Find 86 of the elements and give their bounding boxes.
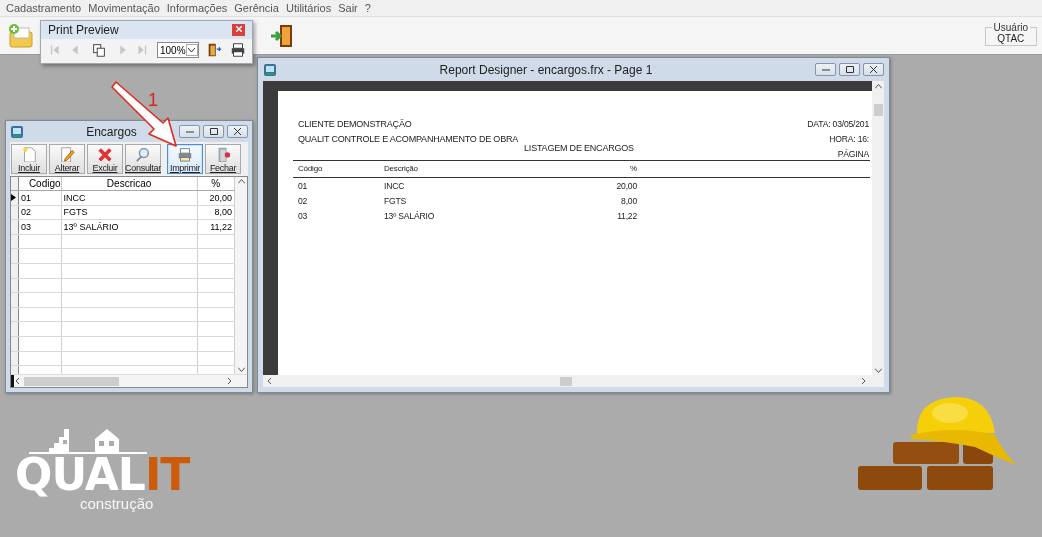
pages-button[interactable] (90, 41, 108, 59)
report-cell-text: FGTS (384, 195, 408, 208)
table-cell: 20,00 (197, 190, 235, 206)
scrollbar-thumb[interactable] (559, 376, 572, 386)
report-cell-text: 13º SALÁRIO (384, 210, 436, 223)
menu-item[interactable]: Sair (336, 2, 363, 14)
scroll-up-icon (237, 179, 245, 184)
report-cell-text: INCC (384, 180, 406, 193)
table-cell: INCC (61, 190, 198, 206)
table-cell: 13º SALÁRIO (61, 219, 198, 235)
maximize-icon (845, 66, 854, 73)
column-header[interactable]: Codigo (18, 177, 62, 191)
callout-number: 1 (148, 91, 158, 109)
exit-door-icon (270, 22, 294, 49)
report-header-text: CLIENTE DEMONSTRAÇÃO (298, 119, 413, 129)
menu-item[interactable]: ? (362, 2, 376, 14)
report-cell-text: 02 (298, 195, 309, 208)
horizontal-scrollbar[interactable] (11, 374, 247, 387)
table-cell: 02 (18, 205, 62, 220)
table-cell: 03 (18, 219, 62, 235)
scroll-right-icon (225, 377, 233, 385)
print-icon (229, 41, 246, 59)
report-cell-text: 03 (298, 210, 309, 223)
menu-item[interactable]: Informações (164, 2, 233, 14)
close-icon (235, 26, 242, 32)
horizontal-scrollbar[interactable] (263, 375, 884, 387)
window-title: Encargos (85, 124, 138, 139)
report-cell-text: 8,00 (620, 195, 637, 208)
scroll-left-icon (14, 377, 22, 385)
toolbar-button[interactable]: Consultar (125, 144, 161, 174)
scroll-left-icon (266, 377, 272, 385)
logo-tagline: construção (80, 495, 154, 512)
report-cell-text: 11,22 (616, 210, 637, 223)
column-header[interactable]: % (197, 177, 235, 191)
table-cell: 11,22 (197, 219, 235, 235)
minimize-icon (185, 130, 194, 133)
pages-icon (91, 41, 107, 59)
vertical-scrollbar[interactable] (872, 81, 884, 375)
minimize-icon (821, 68, 830, 71)
user-label: Usuário (992, 21, 1029, 33)
toolbar-button[interactable]: Alterar (49, 144, 85, 174)
menu-item[interactable]: Utilitários (283, 2, 337, 14)
maximize-button[interactable] (203, 125, 224, 138)
scroll-down-icon (874, 368, 882, 373)
close-button[interactable] (863, 63, 884, 76)
app-icon (10, 124, 24, 139)
maximize-icon (209, 128, 218, 135)
menu-item[interactable]: Movimentação (86, 2, 165, 14)
close-icon (234, 128, 241, 135)
vertical-scrollbar[interactable] (235, 177, 247, 374)
menu-item[interactable]: Gerência (232, 2, 284, 14)
close-icon (870, 66, 877, 73)
column-header: Código (298, 163, 324, 175)
table-cell: 01 (18, 190, 62, 206)
report-cell-text: 20,00 (615, 180, 637, 193)
report-cell-text: 01 (298, 180, 309, 193)
toolbar-button[interactable]: Imprimir (167, 144, 203, 174)
app-icon (263, 62, 277, 77)
report-title: LISTAGEM DE ENCARGOS (524, 143, 634, 153)
column-header[interactable]: Descricao (61, 177, 198, 191)
column-header: Descrição (384, 163, 419, 175)
maximize-button[interactable] (839, 63, 860, 76)
toolbar-button[interactable]: Incluir (11, 144, 47, 174)
close-button[interactable] (227, 125, 248, 138)
zoom-dropdown[interactable]: 100% (157, 42, 199, 58)
column-header: % (629, 163, 637, 175)
folder-icon (8, 22, 34, 49)
window-title: Report Designer - encargos.frx - Page 1 (438, 62, 654, 77)
menu-item[interactable]: Cadastramento (4, 2, 87, 14)
table-cell: 8,00 (197, 205, 235, 220)
row-pointer-icon (11, 194, 16, 202)
toolbar-button[interactable]: Fechar (205, 144, 241, 174)
report-header-text: PÁGINA (837, 149, 869, 159)
window-title: Print Preview (48, 23, 120, 37)
report-header-text: DATA: 03/05/201 (807, 119, 869, 129)
scroll-right-icon (859, 377, 867, 385)
user-value: QTAC (997, 32, 1025, 44)
toolbar-button[interactable]: Excluir (87, 144, 123, 174)
scroll-up-icon (874, 84, 882, 89)
report-header-text: QUALIT CONTROLE E ACOMPANHAMENTO DE OBRA (298, 134, 519, 144)
scroll-down-icon (237, 367, 245, 372)
report-header-text: HORA: 16: (829, 134, 869, 144)
houses-icon (29, 427, 147, 457)
chevron-icon (188, 47, 196, 53)
scrollbar-thumb[interactable] (873, 104, 883, 116)
table-cell: FGTS (61, 205, 198, 220)
